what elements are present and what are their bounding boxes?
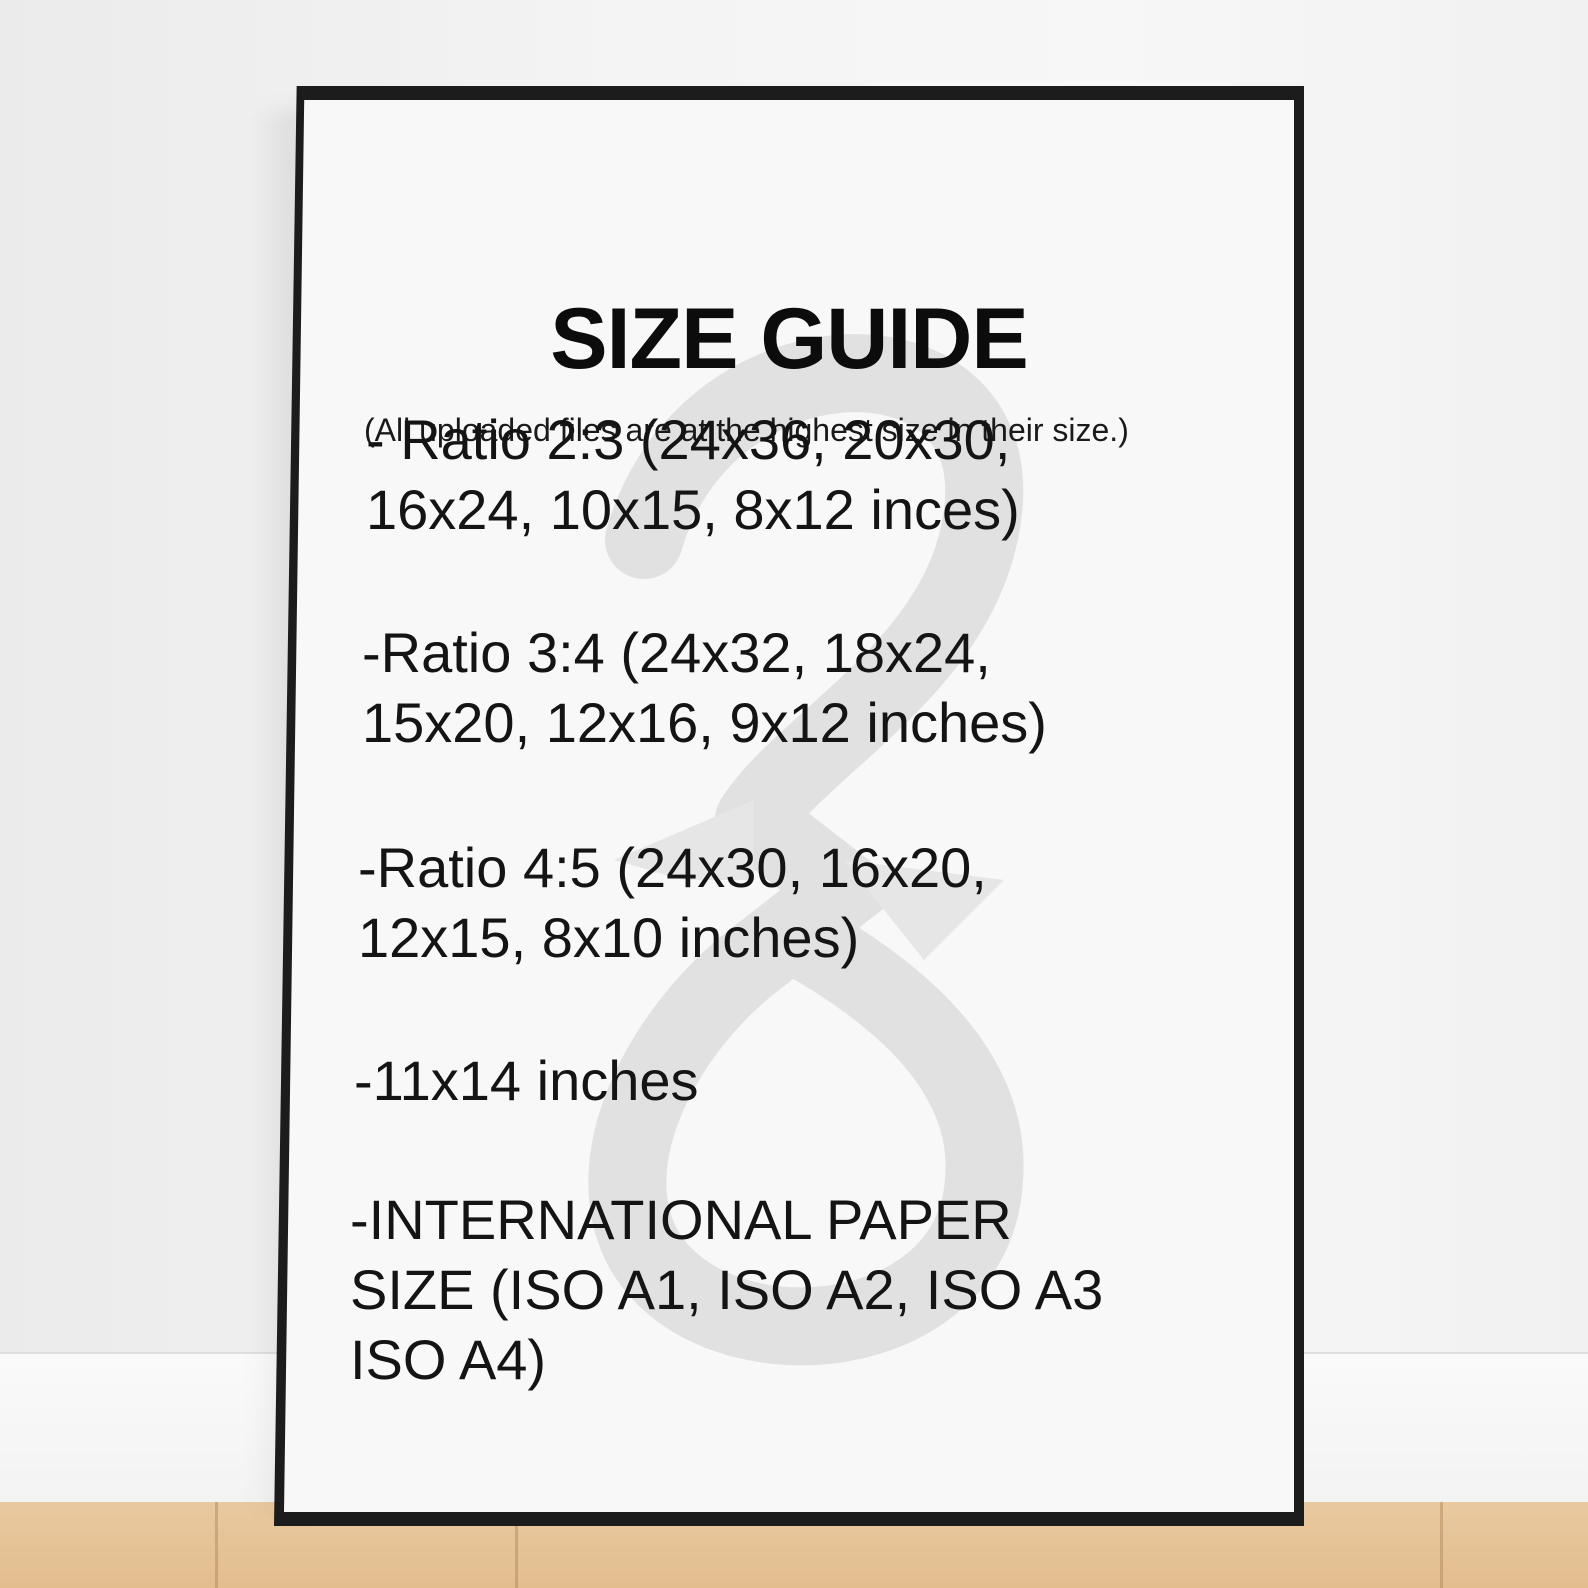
list-item: - Ratio 2:3 (24x36, 20x30, 16x24, 10x15,… xyxy=(366,405,1020,545)
list-item-line: 16x24, 10x15, 8x12 inces) xyxy=(366,478,1020,541)
list-item-line: -Ratio 4:5 (24x30, 16x20, xyxy=(358,836,987,899)
list-item-line: 15x20, 12x16, 9x12 inches) xyxy=(362,691,1047,754)
floor-seam xyxy=(215,1502,218,1588)
list-item-line: -11x14 inches xyxy=(354,1049,699,1112)
list-item-line: -Ratio 3:4 (24x32, 18x24, xyxy=(362,621,991,684)
list-item: -Ratio 4:5 (24x30, 16x20, 12x15, 8x10 in… xyxy=(358,833,987,973)
list-item: -11x14 inches xyxy=(354,1046,699,1116)
scene: SIZE GUIDE (All uploaded files are at th… xyxy=(0,0,1588,1588)
list-item-line: ISO A4) xyxy=(350,1328,547,1391)
list-item-line: -INTERNATIONAL PAPER xyxy=(350,1188,1012,1251)
list-item-line: 12x15, 8x10 inches) xyxy=(358,906,860,969)
list-item-line: - Ratio 2:3 (24x36, 20x30, xyxy=(366,408,1011,471)
floor-seam xyxy=(1440,1502,1443,1588)
size-list: - Ratio 2:3 (24x36, 20x30, 16x24, 10x15,… xyxy=(284,100,1294,1512)
poster-paper: SIZE GUIDE (All uploaded files are at th… xyxy=(284,100,1294,1512)
list-item: -Ratio 3:4 (24x32, 18x24, 15x20, 12x16, … xyxy=(362,618,1047,758)
list-item: -INTERNATIONAL PAPER SIZE (ISO A1, ISO A… xyxy=(350,1185,1103,1395)
list-item-line: SIZE (ISO A1, ISO A2, ISO A3 xyxy=(350,1258,1104,1321)
